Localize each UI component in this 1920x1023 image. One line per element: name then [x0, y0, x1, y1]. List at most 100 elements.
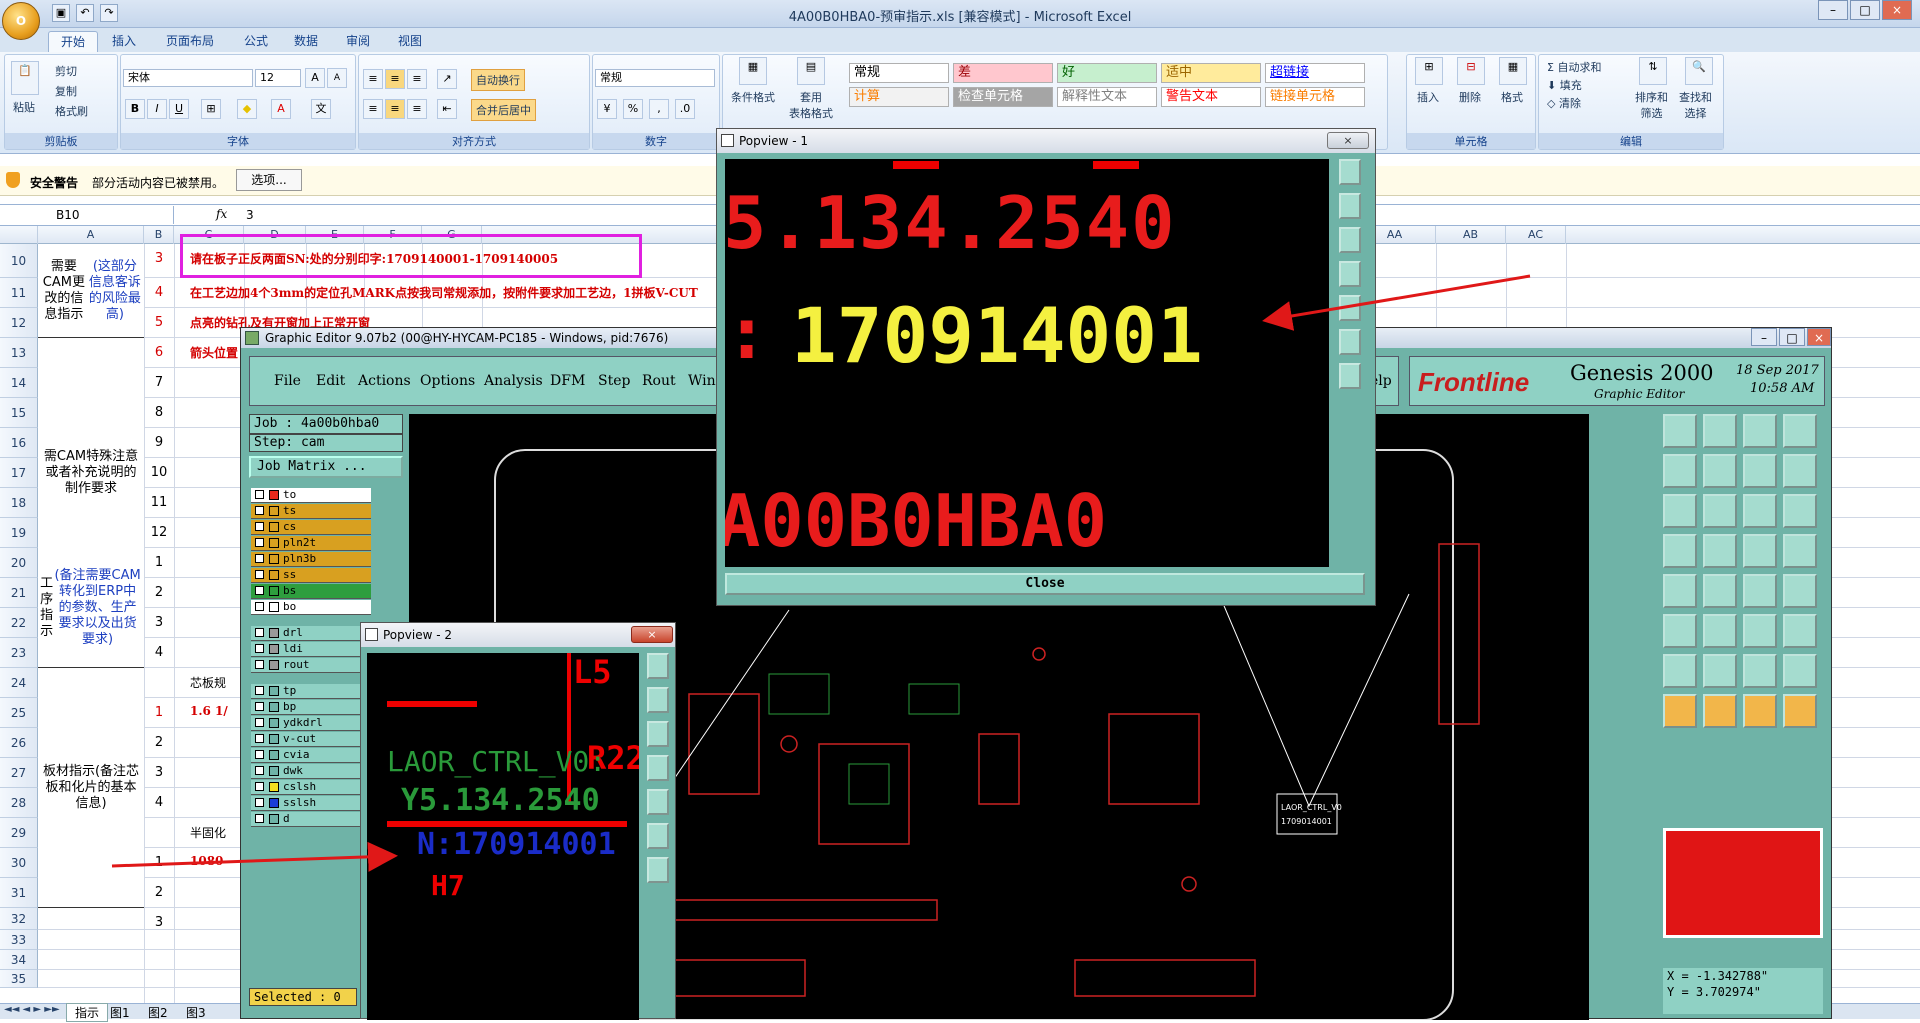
b-cell[interactable]: 2 — [144, 728, 174, 758]
row-header[interactable]: 13 — [0, 338, 38, 368]
select-all-corner[interactable] — [0, 226, 38, 244]
arc-tool-icon[interactable] — [1703, 614, 1737, 648]
row-header[interactable]: 27 — [0, 758, 38, 788]
row-header[interactable]: 16 — [0, 428, 38, 458]
b-cell[interactable]: 12 — [144, 518, 174, 548]
cell-style-6[interactable]: 计算 — [849, 87, 949, 107]
layer-row-ldi[interactable]: ldi — [251, 642, 371, 657]
cell-style-5[interactable]: 超链接 — [1265, 63, 1365, 83]
b-cell[interactable]: 5 — [144, 308, 174, 338]
open-tool-icon[interactable] — [1663, 414, 1697, 448]
sheet-nav-arrows[interactable]: ◄◄ ◄ ► ►► — [4, 1004, 60, 1015]
bold-icon[interactable]: B — [125, 99, 145, 119]
formula-input[interactable]: 3 — [246, 206, 254, 224]
b-cell[interactable]: 7 — [144, 368, 174, 398]
popview-tool-icon[interactable] — [647, 857, 669, 883]
popview-2-canvas[interactable]: L5 R22 LAOR_CTRL_V0: Y5.134.2540 N:17091… — [367, 653, 639, 1020]
decimal-icon[interactable]: .0 — [675, 99, 695, 119]
cell-style-2[interactable]: 差 — [953, 63, 1053, 83]
layer-checkbox[interactable] — [255, 586, 264, 595]
redo-tool-icon[interactable] — [1783, 454, 1817, 488]
layer-row-dwk[interactable]: dwk — [251, 764, 371, 779]
sheet-tab[interactable]: 图1 — [110, 1004, 130, 1021]
select-tool-icon[interactable] — [1663, 574, 1697, 608]
column-header-AB[interactable]: AB — [1436, 226, 1506, 244]
layer-row-pln2t[interactable]: pln2t — [251, 536, 371, 551]
tab-page-layout[interactable]: 页面布局 — [154, 31, 226, 52]
row-header[interactable]: 32 — [0, 908, 38, 930]
sort-filter-icon[interactable]: ⇅ — [1639, 57, 1667, 85]
layer-checkbox[interactable] — [255, 538, 264, 547]
align-middle-icon[interactable]: ≡ — [385, 69, 405, 89]
lasso-tool-icon[interactable] — [1703, 694, 1737, 728]
menu-actions[interactable]: Actions — [358, 373, 411, 389]
row-header[interactable]: 19 — [0, 518, 38, 548]
popview-tool-icon[interactable] — [1339, 261, 1361, 287]
layer-checkbox[interactable] — [255, 506, 264, 515]
sheet-tab[interactable]: 图2 — [148, 1004, 168, 1021]
paste-button[interactable]: 粘贴 — [13, 99, 35, 115]
align-right-icon[interactable]: ≡ — [407, 99, 427, 119]
cross-tool-icon[interactable] — [1743, 534, 1777, 568]
popview-2-close-button[interactable]: × — [631, 626, 673, 643]
comma-icon[interactable]: , — [649, 99, 669, 119]
zoom-out-tool-icon[interactable] — [1703, 454, 1737, 488]
merged-cell-a[interactable]: 需要CAM更改的信息指示 (这部分信息客诉的风险最高) — [38, 244, 144, 338]
undo-tool-icon[interactable] — [1743, 454, 1777, 488]
insert-cells-icon[interactable]: ⊞ — [1415, 57, 1443, 85]
clear-button[interactable]: ◇ 清除 — [1547, 95, 1581, 111]
delete-cells-icon[interactable]: ⊟ — [1457, 57, 1485, 85]
b-cell[interactable]: 1 — [144, 698, 174, 728]
popview-tool-icon[interactable] — [1339, 295, 1361, 321]
popview-tool-icon[interactable] — [647, 755, 669, 781]
find-select-button[interactable]: 查找和 选择 — [1679, 89, 1712, 121]
fill-button[interactable]: ⬇ 填充 — [1547, 77, 1582, 93]
font-name-select[interactable]: 宋体 — [123, 69, 253, 87]
cell-style-9[interactable]: 警告文本 — [1161, 87, 1261, 107]
cell-style-3[interactable]: 好 — [1057, 63, 1157, 83]
layer-checkbox[interactable] — [255, 522, 264, 531]
row-header[interactable]: 31 — [0, 878, 38, 908]
cell-style-8[interactable]: 解释性文本 — [1057, 87, 1157, 107]
pan-tool-icon[interactable] — [1703, 494, 1737, 528]
home-tool-icon[interactable] — [1743, 414, 1777, 448]
tab-home[interactable]: 开始 — [48, 31, 99, 52]
genesis-maximize-button[interactable]: □ — [1779, 328, 1805, 346]
phonetic-icon[interactable]: 文 — [311, 99, 331, 119]
decrease-indent-icon[interactable]: ⇤ — [437, 99, 457, 119]
underline-icon[interactable]: U — [169, 99, 189, 119]
route-tool-icon[interactable] — [1783, 534, 1817, 568]
font-size-select[interactable]: 12 — [255, 69, 301, 87]
menu-rout[interactable]: Rout — [642, 373, 676, 389]
b-cell[interactable]: 6 — [144, 338, 174, 368]
save-icon[interactable]: ▣ — [52, 4, 70, 22]
layer-row-ss[interactable]: ss — [251, 568, 371, 583]
b-cell[interactable]: 1 — [144, 548, 174, 578]
close-button[interactable]: × — [1882, 0, 1912, 20]
layer-checkbox[interactable] — [255, 766, 264, 775]
popview-tool-icon[interactable] — [1339, 329, 1361, 355]
layer-row-cs[interactable]: cs — [251, 520, 371, 535]
popview-1-canvas[interactable]: 5.134.2540 : 170914001 A00B0HBA0 — [725, 159, 1329, 567]
layer-checkbox[interactable] — [255, 798, 264, 807]
highlight-tool-icon[interactable] — [1743, 574, 1777, 608]
minimize-button[interactable]: – — [1818, 0, 1848, 20]
currency-icon[interactable]: ¥ — [597, 99, 617, 119]
italic-icon[interactable]: I — [147, 99, 167, 119]
align-center-icon[interactable]: ≡ — [385, 99, 405, 119]
popview-tool-icon[interactable] — [647, 823, 669, 849]
layer-checkbox[interactable] — [255, 782, 264, 791]
edit-tool-icon[interactable] — [1783, 694, 1817, 728]
merge-center-button[interactable]: 合并后居中 — [471, 99, 536, 121]
layer-checkbox[interactable] — [255, 644, 264, 653]
row-header[interactable]: 12 — [0, 308, 38, 338]
snap-tool-icon[interactable] — [1703, 534, 1737, 568]
layer-checkbox[interactable] — [255, 814, 264, 823]
copy-tool-icon[interactable] — [1743, 654, 1777, 688]
b-cell[interactable]: 11 — [144, 488, 174, 518]
layer-row-to[interactable]: to — [251, 488, 371, 503]
text-tool-icon[interactable] — [1663, 654, 1697, 688]
format-cells-icon[interactable]: ▦ — [1499, 57, 1527, 85]
row-header[interactable]: 15 — [0, 398, 38, 428]
number-format-select[interactable]: 常规 — [595, 69, 715, 87]
